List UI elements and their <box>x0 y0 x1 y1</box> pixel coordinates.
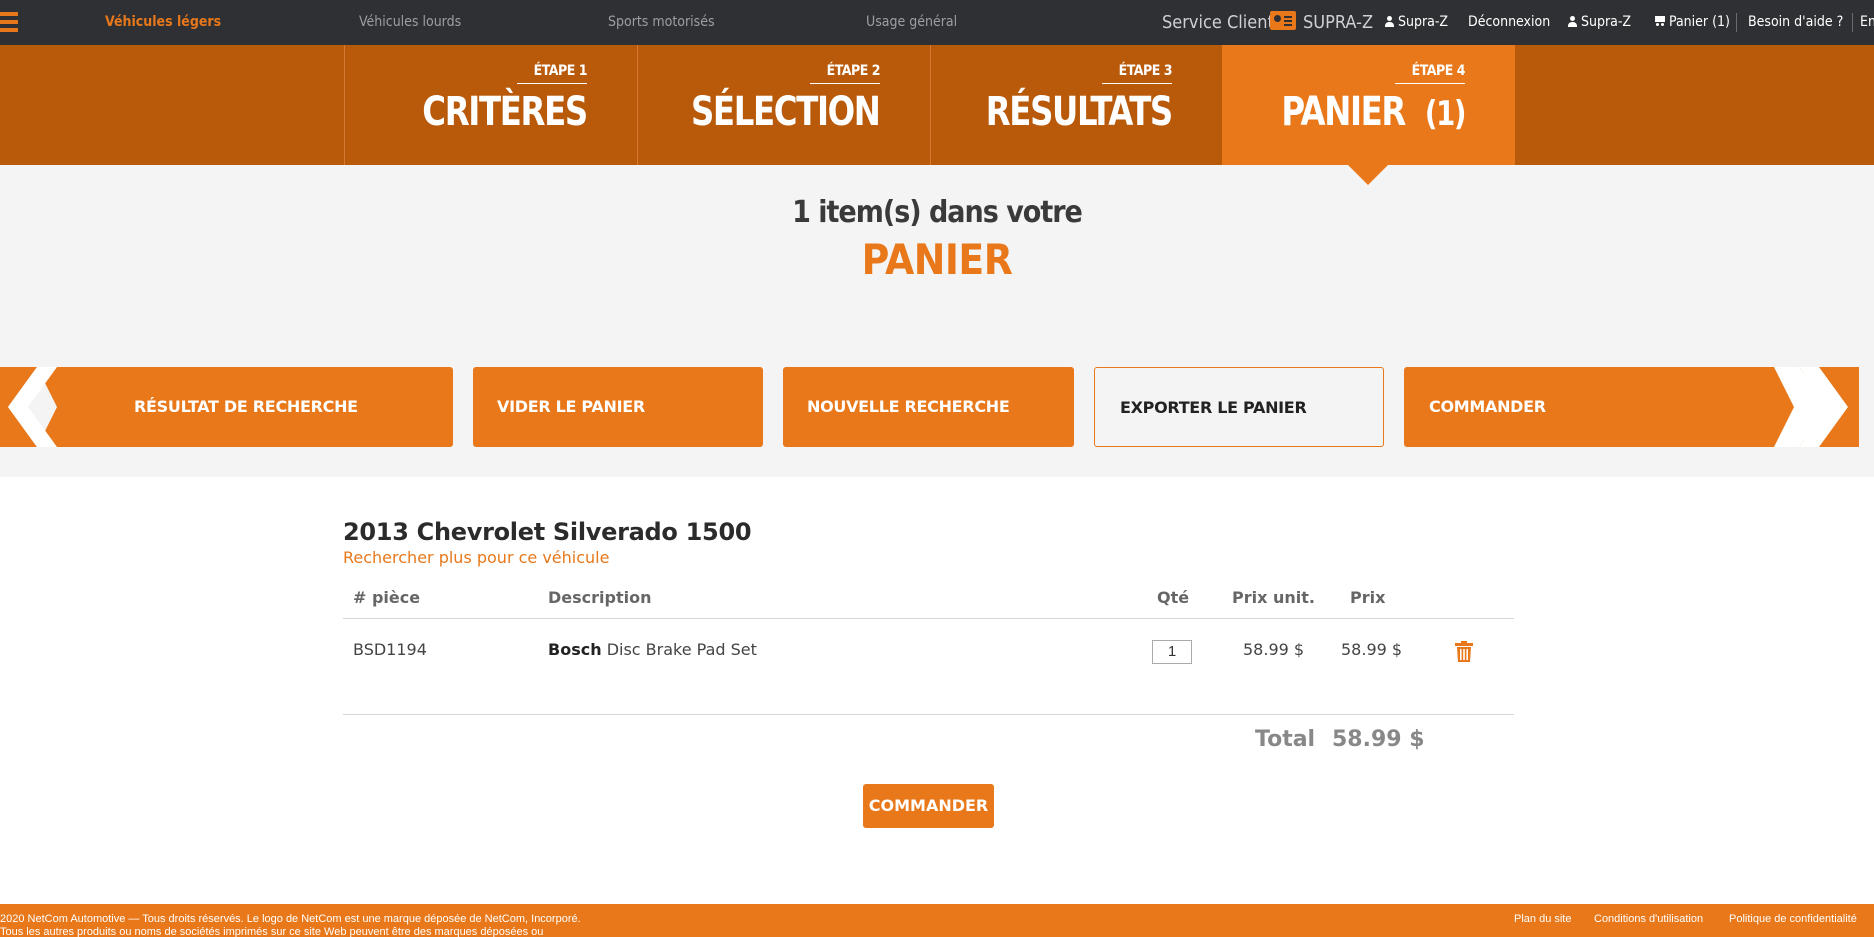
step-number: ÉTAPE 3 <box>1102 63 1173 84</box>
step-title: SÉLECTION <box>691 89 881 135</box>
trash-icon[interactable] <box>1455 641 1473 662</box>
service-client-name: SUPRA-Z <box>1303 12 1374 33</box>
divider <box>1736 13 1737 32</box>
step-title: RÉSULTATS <box>985 89 1174 135</box>
logout-link[interactable]: Déconnexion <box>1468 0 1550 45</box>
user-link-1[interactable]: Supra-Z <box>1385 0 1448 45</box>
part-brand: Bosch <box>548 640 602 659</box>
user-icon <box>1568 16 1577 27</box>
step-number: ÉTAPE 4 <box>1395 63 1466 84</box>
footer: 2020 NetCom Automotive — Tous droits rés… <box>0 904 1874 937</box>
header-price: Prix <box>1350 588 1386 607</box>
step-cart-title: PANIER <box>1281 89 1406 135</box>
step-title: PANIER (1) <box>1281 89 1467 135</box>
chevron-right-icon[interactable] <box>1774 367 1859 447</box>
item-count-text: 1 item(s) dans votre <box>792 195 1083 230</box>
user-name: Supra-Z <box>1398 14 1449 30</box>
terms-link[interactable]: Conditions d'utilisation <box>1594 913 1703 925</box>
nav-heavy-vehicles[interactable]: Véhicules lourds <box>359 0 461 45</box>
step-criteria[interactable]: ÉTAPE 1 CRITÈRES <box>344 45 637 165</box>
unit-price: 58.99 $ <box>1243 640 1305 659</box>
step-selection[interactable]: ÉTAPE 2 SÉLECTION <box>637 45 930 165</box>
header-description: Description <box>548 588 652 607</box>
clear-cart-button[interactable]: VIDER LE PANIER <box>473 367 763 447</box>
step-number: ÉTAPE 1 <box>517 63 588 84</box>
line-price: 58.99 $ <box>1341 640 1403 659</box>
search-more-link[interactable]: Rechercher plus pour ce véhicule <box>343 548 609 567</box>
language-link[interactable]: En <box>1860 0 1874 45</box>
total-label: Total <box>1255 727 1316 752</box>
vehicle-title: 2013 Chevrolet Silverado 1500 <box>343 518 752 546</box>
privacy-link[interactable]: Politique de confidentialité <box>1729 913 1857 925</box>
new-search-button[interactable]: NOUVELLE RECHERCHE <box>783 367 1074 447</box>
divider <box>1852 13 1853 32</box>
copyright-line-1: 2020 NetCom Automotive — Tous droits rés… <box>0 913 581 925</box>
id-card-icon <box>1270 11 1296 30</box>
header-unit-price: Prix unit. <box>1232 588 1315 607</box>
current-step-pointer <box>1348 165 1388 185</box>
part-number: BSD1194 <box>353 640 427 659</box>
cart-icon <box>1653 15 1666 26</box>
step-cart-count: (1) <box>1424 94 1467 134</box>
total-value: 58.99 $ <box>1332 727 1425 752</box>
cart-heading: PANIER <box>861 235 1013 284</box>
top-navigation: Véhicules légers Véhicules lourds Sports… <box>0 0 1874 45</box>
order-button[interactable]: COMMANDER <box>863 784 994 828</box>
nav-powersports[interactable]: Sports motorisés <box>608 0 715 45</box>
step-results[interactable]: ÉTAPE 3 RÉSULTATS <box>930 45 1222 165</box>
help-link[interactable]: Besoin d'aide ? <box>1748 0 1843 45</box>
step-cart[interactable]: ÉTAPE 4 PANIER (1) <box>1222 45 1515 165</box>
checkout-button[interactable]: COMMANDER <box>1404 367 1804 447</box>
table-header-divider <box>343 618 1514 619</box>
part-description: Bosch Disc Brake Pad Set <box>548 640 757 659</box>
nav-light-vehicles[interactable]: Véhicules légers <box>105 0 221 45</box>
export-cart-button[interactable]: EXPORTER LE PANIER <box>1094 367 1384 447</box>
cart-link[interactable]: Panier (1) <box>1653 0 1730 45</box>
chevron-left-icon[interactable] <box>0 367 90 447</box>
user-name: Supra-Z <box>1581 14 1632 30</box>
step-title: CRITÈRES <box>422 89 588 135</box>
quantity-input[interactable]: 1 <box>1152 640 1192 664</box>
menu-icon[interactable] <box>0 12 18 32</box>
sitemap-link[interactable]: Plan du site <box>1514 913 1571 925</box>
table-bottom-divider <box>343 714 1514 715</box>
back-to-results-button[interactable]: RÉSULTAT DE RECHERCHE <box>84 367 453 447</box>
user-icon <box>1385 16 1394 27</box>
copyright-line-2: Tous les autres produits ou noms de soci… <box>0 926 544 937</box>
part-name: Disc Brake Pad Set <box>606 640 757 659</box>
nav-general-use[interactable]: Usage général <box>866 0 957 45</box>
step-navigation: ÉTAPE 1 CRITÈRES ÉTAPE 2 SÉLECTION ÉTAPE… <box>0 45 1874 165</box>
cart-label: Panier (1) <box>1669 14 1730 30</box>
header-quantity: Qté <box>1157 588 1190 607</box>
step-number: ÉTAPE 2 <box>810 63 881 84</box>
user-link-2[interactable]: Supra-Z <box>1568 0 1631 45</box>
service-client-label: Service Client : <box>1162 12 1285 33</box>
header-part-number: # pièce <box>353 588 421 607</box>
footer-copyright: 2020 NetCom Automotive — Tous droits rés… <box>0 913 600 937</box>
